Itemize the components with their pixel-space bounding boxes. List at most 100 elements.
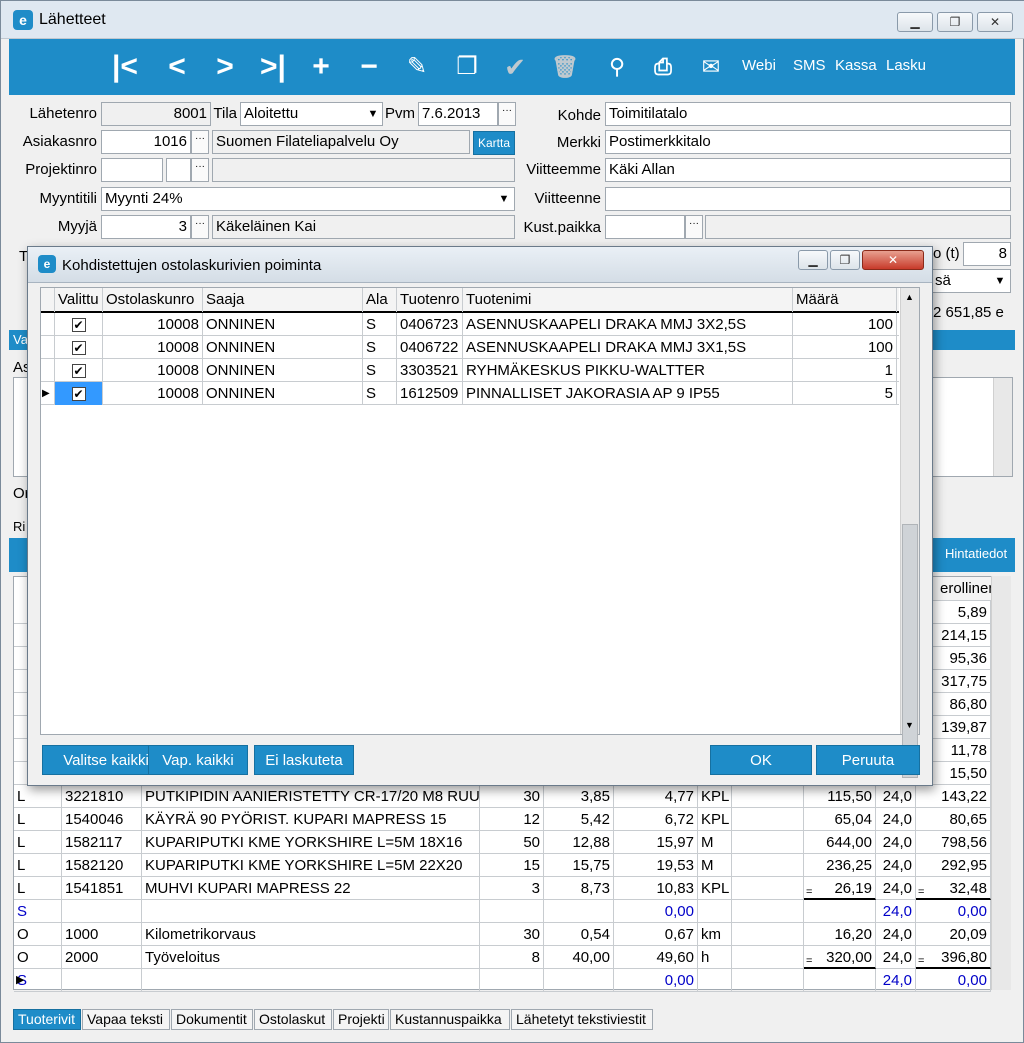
clear-all-button[interactable]: Vap. kaikki bbox=[148, 745, 248, 775]
merkki-field[interactable]: Postimerkkitalo bbox=[605, 130, 1011, 154]
lasku-button[interactable]: Lasku bbox=[886, 57, 926, 74]
column-header[interactable]: Saaja bbox=[203, 288, 363, 312]
scroll-down-icon[interactable]: ▼ bbox=[905, 720, 914, 730]
selected-checkbox[interactable]: ✔ bbox=[55, 313, 103, 336]
table-row[interactable]: ▶ ✔ 10008 ONNINEN S 1612509 PINNALLISET JAKORA… bbox=[41, 382, 899, 405]
table-row[interactable]: S 0,00 24,0 0,00 bbox=[14, 969, 991, 992]
remove-record-icon[interactable]: − bbox=[351, 47, 387, 87]
next-record-icon[interactable]: > bbox=[207, 47, 243, 87]
tab-vapaa-teksti[interactable]: Vapaa teksti bbox=[82, 1009, 170, 1030]
table-row[interactable]: L 1582120 KUPARIPUTKI KME YORKSHIRE L=5M 2… bbox=[14, 854, 991, 877]
projektinro-lookup-button[interactable]: ··· bbox=[191, 158, 209, 182]
pvm-field[interactable]: 7.6.2013 bbox=[418, 102, 498, 126]
checkbox-check-icon[interactable]: ✔ bbox=[71, 318, 86, 332]
print-icon[interactable]: ⎙ bbox=[645, 47, 681, 87]
tila-dropdown-arrow-icon[interactable]: ▼ bbox=[364, 103, 382, 125]
table-row[interactable]: S 0,00 24,0 0,00 bbox=[14, 900, 991, 923]
table-row[interactable]: ✔ 10008 ONNINEN S 0406722 ASENNUSKAAPELI DRAK… bbox=[41, 336, 899, 359]
column-header[interactable]: Ala bbox=[363, 288, 397, 312]
partial-field-8[interactable]: 8 bbox=[963, 242, 1011, 266]
dialog-maximize-button[interactable]: ❐ bbox=[830, 250, 860, 270]
hintatiedot-button[interactable]: Hintatiedot bbox=[945, 546, 1007, 561]
selected-checkbox[interactable]: ✔ bbox=[55, 359, 103, 382]
table-row[interactable]: ✔ 10008 ONNINEN S 0406723 ASENNUSKAAPELI DRAK… bbox=[41, 313, 899, 336]
tab-dokumentit[interactable]: Dokumentit bbox=[171, 1009, 253, 1030]
add-record-icon[interactable]: + bbox=[303, 47, 339, 87]
partial-dropdown-arrow-icon[interactable]: ▼ bbox=[991, 270, 1009, 292]
dialog-grid-scrollbar[interactable]: ▲ ▼ bbox=[900, 288, 919, 778]
asiakasnro-lookup-button[interactable]: ··· bbox=[191, 130, 209, 154]
table-row[interactable]: L 1582117 KUPARIPUTKI KME YORKSHIRE L=5M 1… bbox=[14, 831, 991, 854]
previous-record-icon[interactable]: < bbox=[159, 47, 195, 87]
selected-checkbox[interactable]: ✔ bbox=[55, 382, 103, 405]
notes-scrollbar[interactable] bbox=[993, 378, 1012, 476]
close-button[interactable]: ✕ bbox=[977, 12, 1013, 32]
webi-button[interactable]: Webi bbox=[742, 57, 776, 74]
scroll-up-icon[interactable]: ▲ bbox=[905, 292, 914, 302]
column-header[interactable]: Tuotenro bbox=[397, 288, 463, 312]
sms-button[interactable]: SMS bbox=[793, 57, 826, 74]
maximize-button[interactable]: ❐ bbox=[937, 12, 973, 32]
cell-net: 65,04 bbox=[804, 808, 876, 831]
viitteemme-field[interactable]: Käki Allan bbox=[605, 158, 1011, 182]
copy-icon[interactable]: ❐ bbox=[449, 47, 485, 87]
table-row[interactable]: ✔ 10008 ONNINEN S 3303521 RYHMÄKESKUS PIKKU-W… bbox=[41, 359, 899, 382]
pvm-picker-button[interactable]: ··· bbox=[498, 102, 516, 126]
cancel-button[interactable]: Peruuta bbox=[816, 745, 920, 775]
myyntitili-dropdown[interactable]: Myynti 24% bbox=[101, 187, 515, 211]
myyja-field[interactable]: 3 bbox=[101, 215, 191, 239]
checkbox-check-icon[interactable]: ✔ bbox=[71, 341, 86, 355]
column-header-verollinen[interactable]: erollinen bbox=[926, 577, 997, 601]
column-header[interactable]: Määrä bbox=[793, 288, 897, 312]
lahetenro-field[interactable]: 8001 bbox=[101, 102, 211, 126]
myyntitili-dropdown-arrow-icon[interactable]: ▼ bbox=[495, 188, 513, 210]
viitteenne-field[interactable] bbox=[605, 187, 1011, 211]
table-row[interactable]: O 2000 Työveloitus 8 40,00 49,60 h = 320,00 24,0 =… bbox=[14, 946, 991, 969]
cell-name: PINNALLISET JAKORASIA AP 9 IP55 bbox=[463, 382, 793, 405]
kohde-field[interactable]: Toimitilatalo bbox=[605, 102, 1011, 126]
kustpaikka-lookup-button[interactable]: ··· bbox=[685, 215, 703, 239]
table-row[interactable]: L 1541851 MUHVI KUPARI MAPRESS 22 3 8,73 10,8… bbox=[14, 877, 991, 900]
tab-ostolaskut[interactable]: Ostolaskut bbox=[254, 1009, 332, 1030]
selected-checkbox[interactable]: ✔ bbox=[55, 336, 103, 359]
dialog-minimize-button[interactable]: ▁ bbox=[798, 250, 828, 270]
scroll-thumb[interactable] bbox=[902, 524, 918, 778]
product-grid-scrollbar[interactable] bbox=[991, 576, 1011, 990]
tila-dropdown[interactable]: Aloitettu bbox=[240, 102, 383, 126]
ok-button[interactable]: OK bbox=[710, 745, 812, 775]
projektinro-sub-field[interactable] bbox=[166, 158, 191, 182]
first-record-icon[interactable]: |< bbox=[107, 47, 143, 87]
tab-projekti[interactable]: Projekti bbox=[333, 1009, 389, 1030]
checkbox-check-icon[interactable]: ✔ bbox=[71, 364, 86, 378]
checkbox-check-icon[interactable]: ✔ bbox=[71, 387, 86, 401]
kassa-button[interactable]: Kassa bbox=[835, 57, 877, 74]
myyja-lookup-button[interactable]: ··· bbox=[191, 215, 209, 239]
dialog-close-button[interactable]: ✕ bbox=[862, 250, 924, 270]
tab-lähetetyt-tekstiviestit[interactable]: Lähetetyt tekstiviestit bbox=[511, 1009, 653, 1030]
cell-blank bbox=[732, 877, 804, 900]
table-row[interactable]: L 3221810 PUTKIPIDIN AANIERISTETTY CR-17/2… bbox=[14, 785, 991, 808]
column-header[interactable]: Tuotenimi bbox=[463, 288, 793, 312]
projektinro-field[interactable] bbox=[101, 158, 163, 182]
table-row[interactable]: L 1540046 KÄYRÄ 90 PYÖRIST. KUPARI MAPRESS… bbox=[14, 808, 991, 831]
cell-code: 1582117 bbox=[62, 831, 142, 854]
last-record-icon[interactable]: >| bbox=[255, 47, 291, 87]
tab-tuoterivit[interactable]: Tuoterivit bbox=[13, 1009, 81, 1030]
table-row[interactable]: O 1000 Kilometrikorvaus 30 0,54 0,67 km 16,20 24… bbox=[14, 923, 991, 946]
edit-icon[interactable]: ✎ bbox=[399, 47, 435, 87]
delete-icon[interactable]: 🗑 bbox=[547, 47, 583, 87]
flashlight-icon[interactable]: ⚲ bbox=[599, 47, 635, 87]
purchase-rows-grid[interactable]: Valittu Ostolaskunro Saaja Ala Tuotenro Tuote… bbox=[40, 287, 920, 735]
minimize-button[interactable]: ▁ bbox=[897, 12, 933, 32]
column-header[interactable]: Ostolaskunro bbox=[103, 288, 203, 312]
map-button[interactable]: Kartta bbox=[473, 131, 515, 155]
column-header[interactable]: Valittu bbox=[55, 288, 103, 312]
tab-kustannuspaikka[interactable]: Kustannuspaikka bbox=[390, 1009, 510, 1030]
cell-p1: 5,42 bbox=[544, 808, 614, 831]
asiakasnro-field[interactable]: 1016 bbox=[101, 130, 191, 154]
confirm-icon[interactable]: ✔ bbox=[497, 47, 533, 87]
email-icon[interactable]: ✉ bbox=[693, 47, 729, 87]
kustpaikka-field[interactable] bbox=[605, 215, 685, 239]
no-invoice-button[interactable]: Ei laskuteta bbox=[254, 745, 354, 775]
cell-payee: ONNINEN bbox=[203, 382, 363, 405]
